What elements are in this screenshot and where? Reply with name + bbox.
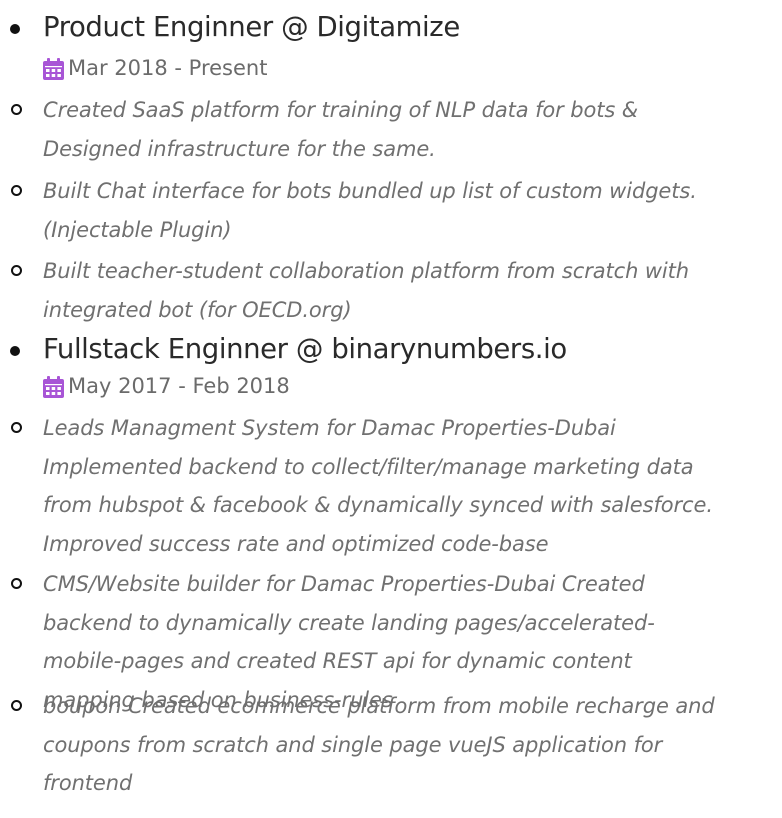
job-header: Product Enginner @ Digitamize [0,0,782,43]
item-text: Built teacher-student collaboration plat… [43,259,690,322]
item-text: Built Chat interface for bots bundled up… [43,179,697,242]
job-title: Fullstack Enginner @ binarynumbers.io [43,333,567,365]
bullet-circle-icon [11,104,22,115]
item-text: Created SaaS platform for training of NL… [43,98,639,161]
job-entry: Product Enginner @ Digitamize Mar 2018 -… [0,0,782,80]
date-range: May 2017 - Feb 2018 [68,374,290,398]
bullet-disc-icon [10,346,20,356]
calendar-icon [43,376,64,398]
job-title: Product Enginner @ Digitamize [43,11,460,43]
date-range: Mar 2018 - Present [68,56,268,80]
bullet-circle-icon [11,265,22,276]
bullet-circle-icon [11,185,22,196]
calendar-icon [43,58,64,80]
bullet-circle-icon [11,422,22,433]
bullet-circle-icon [11,700,22,711]
job-entry: Fullstack Enginner @ binarynumbers.io Ma… [0,322,782,398]
bullet-circle-icon [11,578,22,589]
item-text: Leads Managment System for Damac Propert… [43,416,713,556]
experience-list: Product Enginner @ Digitamize Mar 2018 -… [0,0,782,818]
job-header: Fullstack Enginner @ binarynumbers.io [0,322,782,365]
item-text: boupon Created ecommerce platform from m… [43,694,715,795]
bullet-disc-icon [10,24,20,34]
